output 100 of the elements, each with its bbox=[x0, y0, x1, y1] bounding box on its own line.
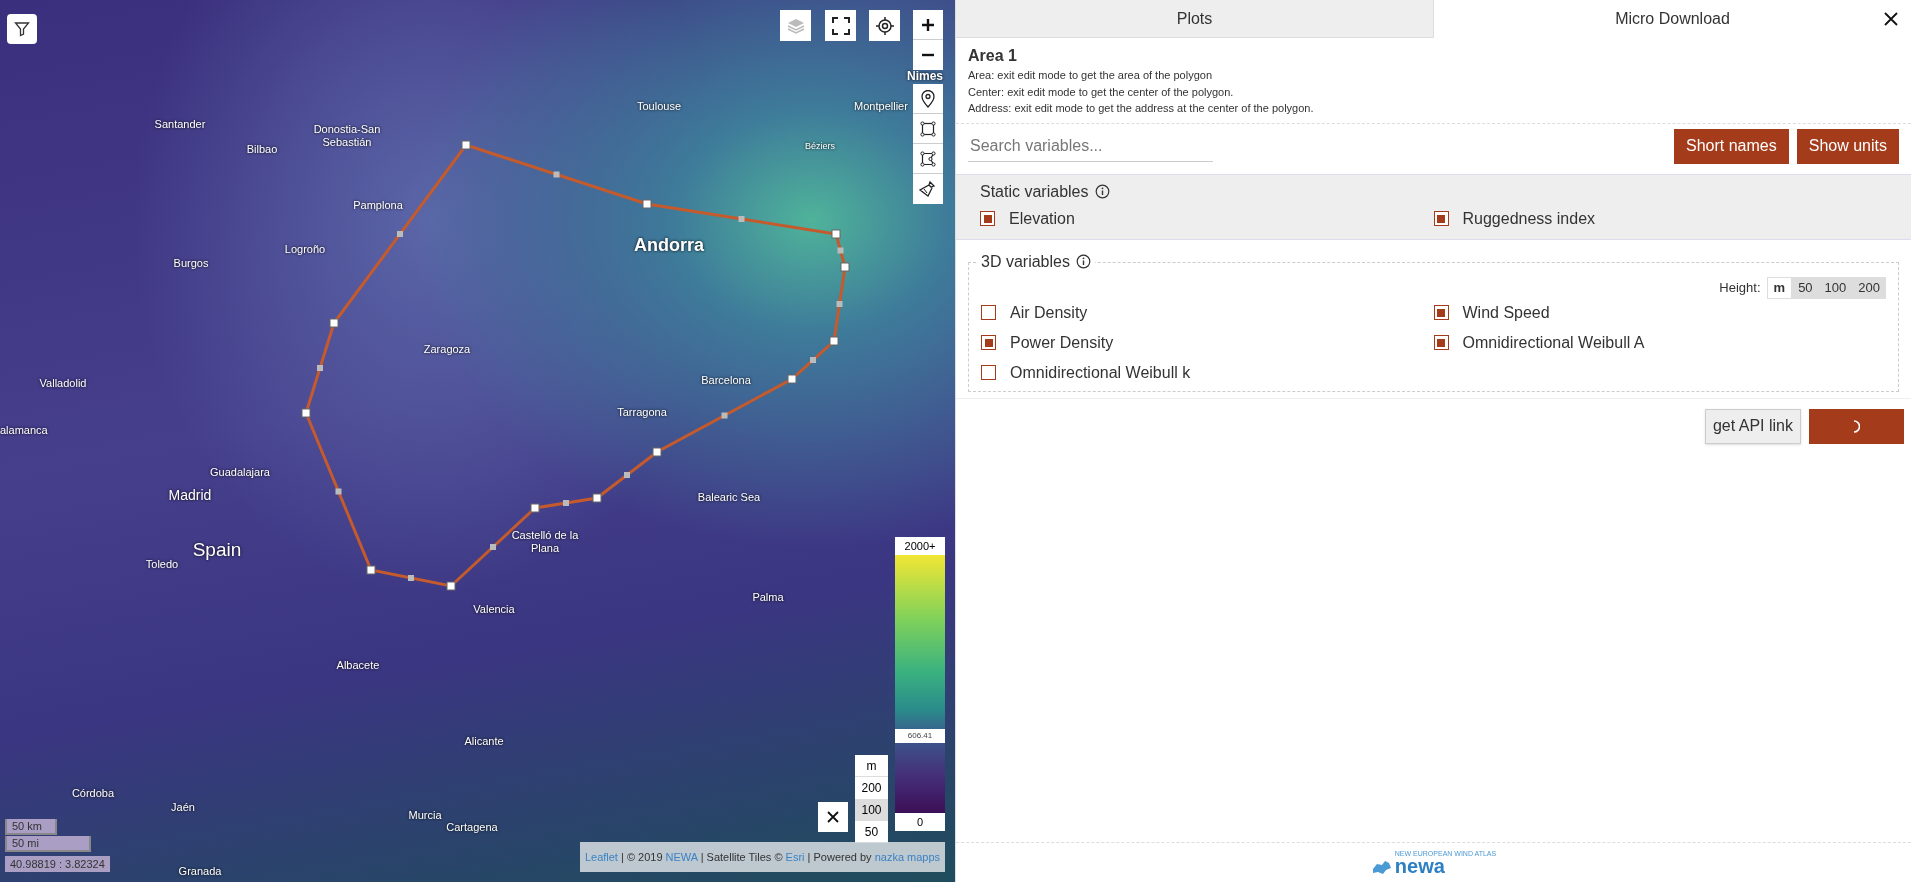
midpoint-handle[interactable] bbox=[335, 488, 342, 495]
checkbox-label: Power Density bbox=[1010, 332, 1114, 353]
vertex-handle[interactable] bbox=[787, 374, 797, 384]
checkbox[interactable] bbox=[1433, 305, 1449, 320]
legend-max-label: 2000+ bbox=[895, 537, 945, 555]
height-label: Height: bbox=[1719, 278, 1761, 297]
filter-button[interactable] bbox=[7, 14, 37, 44]
info-text: Address: exit edit mode to get the address at the center of the polygon. bbox=[968, 101, 1315, 116]
api-link-button[interactable]: get API link bbox=[1704, 408, 1801, 444]
place-label: Spain bbox=[192, 537, 242, 562]
fullscreen-icon bbox=[831, 16, 850, 35]
place-label: Guadalajara bbox=[210, 464, 270, 480]
close-icon bbox=[827, 811, 839, 823]
toggle-button[interactable]: Short names bbox=[1674, 128, 1789, 164]
vertex-handle[interactable] bbox=[831, 229, 841, 239]
search-field[interactable]: Search variables... bbox=[968, 130, 1213, 162]
checkbox[interactable] bbox=[1433, 335, 1449, 350]
checkbox[interactable] bbox=[981, 305, 996, 320]
coordinates-readout: 40.98819 : 3.82324 bbox=[5, 856, 110, 872]
polygon-edit-icon bbox=[920, 150, 936, 167]
midpoint-handle[interactable] bbox=[721, 412, 728, 419]
midpoint-handle[interactable] bbox=[408, 575, 414, 581]
place-label: Valencia bbox=[473, 601, 515, 617]
place-label: Alicante bbox=[464, 733, 504, 749]
place-label: Toledo bbox=[145, 556, 179, 572]
place-label: Donostia-San Sebastián bbox=[312, 123, 382, 149]
midpoint-handle[interactable] bbox=[397, 231, 403, 237]
vertex-handle[interactable] bbox=[329, 318, 339, 328]
info-icon bbox=[1094, 184, 1110, 199]
place-label: Tarragona bbox=[617, 404, 667, 420]
legend-value-marker: 606.41 bbox=[895, 728, 945, 743]
attribution-text: Leaflet | © 2019 NEWA | Satellite Tiles © Esri | Powered by nazka mapps bbox=[580, 842, 945, 872]
vertex-handle[interactable] bbox=[446, 581, 456, 591]
midpoint-handle[interactable] bbox=[317, 365, 323, 371]
close-button[interactable] bbox=[818, 802, 848, 832]
close-icon bbox=[1884, 12, 1898, 26]
fullscreen-button[interactable] bbox=[825, 10, 856, 41]
download-button[interactable] bbox=[1809, 408, 1904, 444]
place-label: Granada bbox=[178, 863, 222, 879]
place-label: Albacete bbox=[336, 657, 380, 673]
locate-icon bbox=[874, 15, 895, 36]
vertex-handle[interactable] bbox=[530, 503, 540, 513]
place-label: Jaén bbox=[171, 799, 195, 815]
toggle-button[interactable]: Show units bbox=[1796, 128, 1899, 164]
place-label: Bilbao bbox=[246, 141, 278, 157]
midpoint-handle[interactable] bbox=[738, 216, 745, 222]
place-label: Nimes bbox=[907, 68, 943, 85]
layers-icon bbox=[785, 16, 806, 35]
info-icon bbox=[1075, 254, 1091, 269]
place-label: Zaragoza bbox=[423, 341, 471, 357]
midpoint-handle[interactable] bbox=[624, 472, 630, 478]
vertex-handle[interactable] bbox=[829, 336, 839, 346]
midpoint-handle[interactable] bbox=[837, 247, 844, 254]
midpoint-handle[interactable] bbox=[490, 544, 496, 550]
tab[interactable]: Plots bbox=[956, 0, 1434, 38]
checkbox-label: Omnidirectional Weibull k bbox=[1010, 362, 1191, 383]
place-label: Cartagena bbox=[446, 819, 498, 835]
scale-bar: 50 km bbox=[5, 819, 57, 835]
place-label: Andorra bbox=[634, 233, 704, 257]
checkbox[interactable] bbox=[980, 211, 995, 226]
zoom-out-button[interactable] bbox=[913, 40, 943, 70]
place-label: Toulouse bbox=[637, 98, 681, 114]
checkbox[interactable] bbox=[981, 365, 996, 380]
place-label: Castelló de la Plana bbox=[510, 529, 580, 555]
midpoint-handle[interactable] bbox=[563, 500, 569, 506]
checkbox[interactable] bbox=[1433, 211, 1449, 226]
place-label: Barcelona bbox=[701, 372, 751, 388]
checkbox[interactable] bbox=[981, 335, 996, 350]
logo-wordmark: newa bbox=[1394, 857, 1445, 875]
checkbox-label: Air Density bbox=[1010, 302, 1088, 323]
locate-button[interactable] bbox=[869, 10, 900, 41]
vertex-handle[interactable] bbox=[652, 447, 662, 457]
vertex-handle[interactable] bbox=[592, 493, 602, 503]
scale-bar: 50 mi bbox=[5, 836, 91, 852]
checkbox-label: Wind Speed bbox=[1462, 302, 1550, 323]
place-label: Balearic Sea bbox=[696, 490, 762, 504]
midpoint-handle[interactable] bbox=[836, 301, 843, 307]
place-label: Burgos bbox=[173, 255, 209, 271]
place-label: Valladolid bbox=[39, 375, 87, 391]
place-label: Murcia bbox=[408, 807, 442, 823]
checkbox-label: Omnidirectional Weibull A bbox=[1462, 332, 1645, 353]
vertex-handle[interactable] bbox=[840, 262, 850, 272]
vertex-handle[interactable] bbox=[301, 408, 311, 418]
rectangle-icon bbox=[920, 120, 936, 137]
spinner-icon bbox=[1853, 419, 1860, 433]
midpoint-handle[interactable] bbox=[810, 357, 816, 363]
plus-icon bbox=[921, 17, 935, 32]
vertex-handle[interactable] bbox=[461, 140, 471, 150]
checkbox-label: Ruggedness index bbox=[1462, 208, 1596, 229]
section-title: 3D variables bbox=[981, 251, 1070, 272]
height-option[interactable]: m bbox=[1766, 276, 1793, 299]
vertex-handle[interactable] bbox=[366, 565, 376, 575]
zoom-in-button[interactable] bbox=[913, 10, 943, 40]
height-option[interactable]: 100 bbox=[855, 799, 888, 821]
place-label: Córdoba bbox=[71, 785, 115, 801]
place-label: Montpellier bbox=[854, 98, 908, 114]
area-title: Area 1 bbox=[968, 46, 1018, 66]
vertex-handle[interactable] bbox=[642, 199, 652, 209]
map-pin-icon bbox=[921, 89, 935, 108]
midpoint-handle[interactable] bbox=[553, 171, 560, 178]
